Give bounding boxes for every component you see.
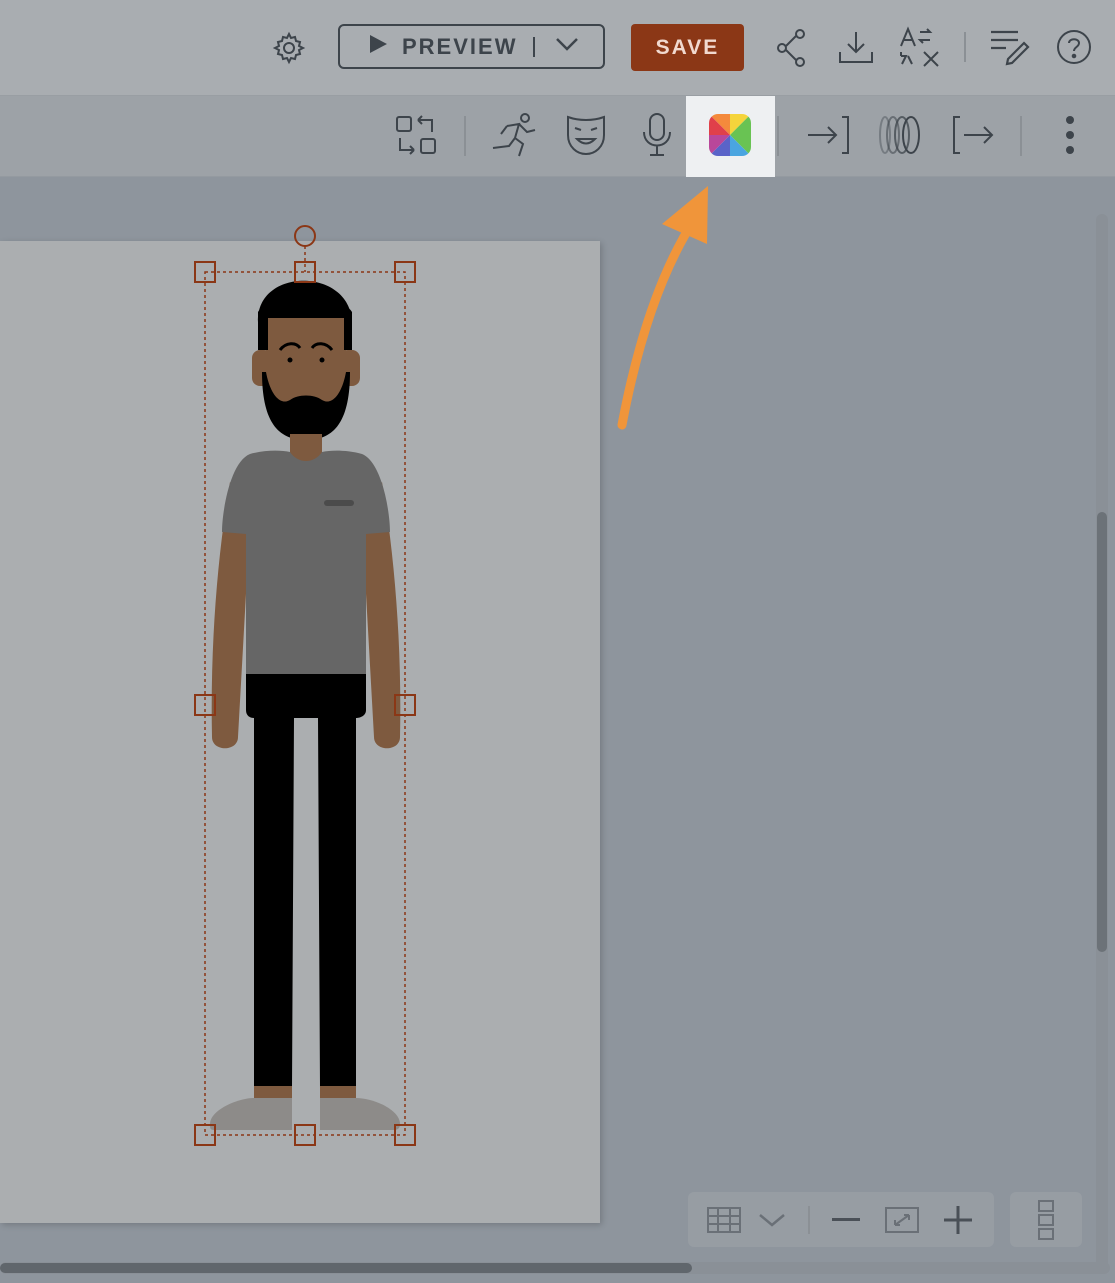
chevron-down-icon[interactable] [756, 1208, 788, 1232]
horizontal-scrollbar-thumb[interactable] [0, 1263, 692, 1273]
enter-icon[interactable] [806, 114, 850, 156]
zoom-out-icon[interactable] [830, 1208, 862, 1232]
toolbar-divider [964, 32, 966, 62]
pointer-arrow [610, 180, 720, 435]
preview-button[interactable]: PREVIEW [338, 24, 605, 69]
resize-handle-bottom [294, 1124, 316, 1146]
object-toolbar [0, 96, 1115, 177]
microphone-icon[interactable] [638, 112, 676, 158]
play-icon [368, 34, 388, 59]
preview-label: PREVIEW [402, 33, 518, 59]
fit-screen-icon[interactable] [882, 1204, 922, 1236]
transition-icon[interactable] [876, 114, 924, 156]
notes-edit-icon[interactable] [988, 27, 1030, 67]
swap-icon[interactable] [394, 114, 438, 156]
exit-icon[interactable] [950, 114, 994, 156]
motion-icon[interactable] [489, 112, 537, 158]
help-icon[interactable] [1055, 28, 1093, 66]
toolbar-divider [464, 116, 466, 156]
gear-icon[interactable] [270, 29, 308, 67]
chevron-down-icon[interactable] [555, 37, 579, 56]
translate-icon[interactable] [898, 26, 942, 68]
toolbar-divider [1020, 116, 1022, 156]
layers-layout-icon[interactable] [1030, 1198, 1062, 1242]
expression-icon[interactable] [565, 113, 607, 157]
character-figure [210, 280, 401, 1130]
rotate-handle [294, 225, 316, 247]
share-icon[interactable] [772, 27, 810, 69]
vertical-scrollbar-thumb[interactable] [1097, 512, 1107, 952]
toolbar-divider [777, 116, 779, 156]
more-icon[interactable] [1058, 114, 1082, 156]
character-object[interactable] [190, 222, 430, 1157]
download-icon[interactable] [836, 27, 876, 67]
preview-divider [533, 36, 536, 57]
zoom-divider [808, 1206, 810, 1234]
zoom-in-icon[interactable] [942, 1204, 974, 1236]
color-palette-icon[interactable] [708, 113, 752, 157]
save-button[interactable]: SAVE [631, 24, 744, 71]
grid-icon[interactable] [704, 1204, 744, 1236]
